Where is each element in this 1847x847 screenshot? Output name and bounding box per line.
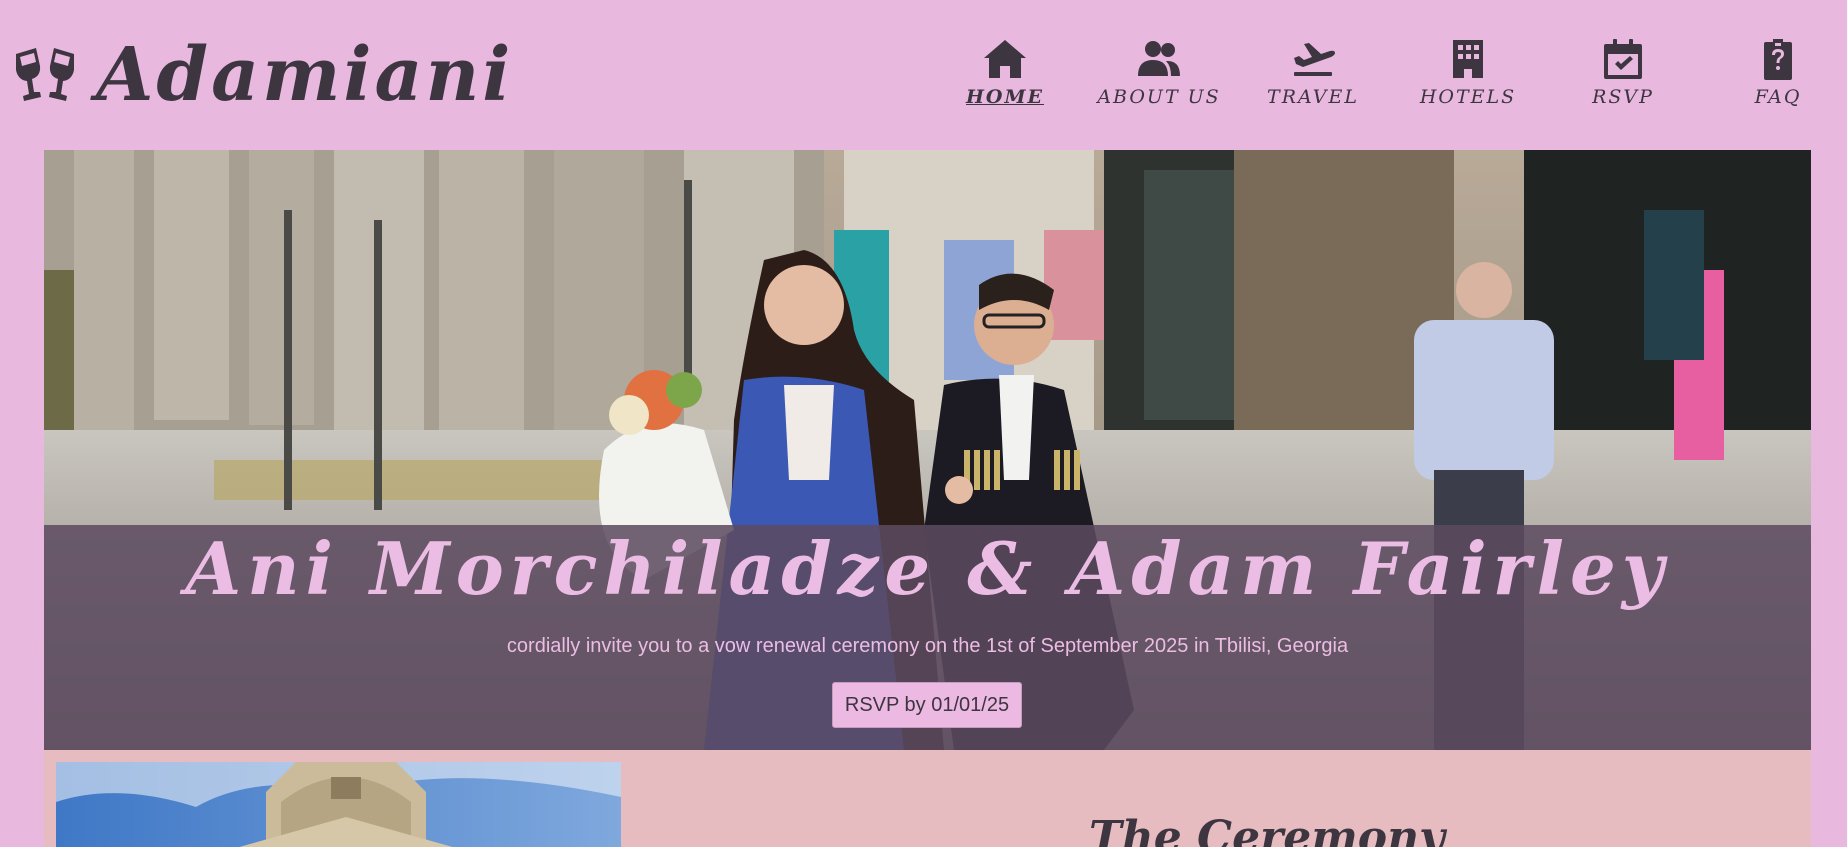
nav-label-travel: TRAVEL bbox=[1267, 86, 1359, 108]
ceremony-section: The Ceremony bbox=[44, 750, 1811, 847]
nav-item-travel[interactable]: TRAVEL bbox=[1238, 38, 1388, 118]
nav-label-hotels: HOTELS bbox=[1419, 86, 1517, 108]
nav-item-about-us[interactable]: ABOUT US bbox=[1084, 38, 1234, 118]
calendar-check-icon bbox=[1604, 39, 1642, 79]
rsvp-button[interactable]: RSVP by 01/01/25 bbox=[832, 682, 1022, 728]
nav-item-faq[interactable]: FAQ bbox=[1703, 38, 1847, 118]
nav-label-faq: FAQ bbox=[1754, 86, 1802, 108]
nav-item-hotels[interactable]: HOTELS bbox=[1393, 38, 1543, 118]
main-nav: HOME ABOUT US TRAVEL HOTELS RSVP FAQ bbox=[0, 38, 1847, 118]
ceremony-title: The Ceremony bbox=[1089, 812, 1445, 847]
nav-label-rsvp: RSVP bbox=[1592, 86, 1654, 108]
nav-item-rsvp[interactable]: RSVP bbox=[1548, 38, 1698, 118]
nav-label-home: HOME bbox=[965, 86, 1045, 108]
church-photo bbox=[56, 762, 621, 847]
site-header: Adamiani HOME ABOUT US TRAVEL HOTELS RSV… bbox=[0, 0, 1847, 150]
nav-label-about-us: ABOUT US bbox=[1097, 86, 1221, 108]
hotel-icon bbox=[1453, 40, 1483, 78]
invitation-text: cordially invite you to a vow renewal ce… bbox=[506, 635, 1349, 657]
home-icon bbox=[984, 40, 1026, 78]
plane-icon bbox=[1294, 43, 1335, 76]
hero-banner: Ani Morchiladze & Adam Fairley cordially… bbox=[44, 150, 1811, 750]
nav-item-home[interactable]: HOME bbox=[930, 38, 1080, 118]
users-icon bbox=[1138, 41, 1180, 76]
question-clipboard-icon bbox=[1764, 39, 1792, 80]
couple-names-heading: Ani Morchiladze & Adam Fairley bbox=[185, 526, 1670, 611]
